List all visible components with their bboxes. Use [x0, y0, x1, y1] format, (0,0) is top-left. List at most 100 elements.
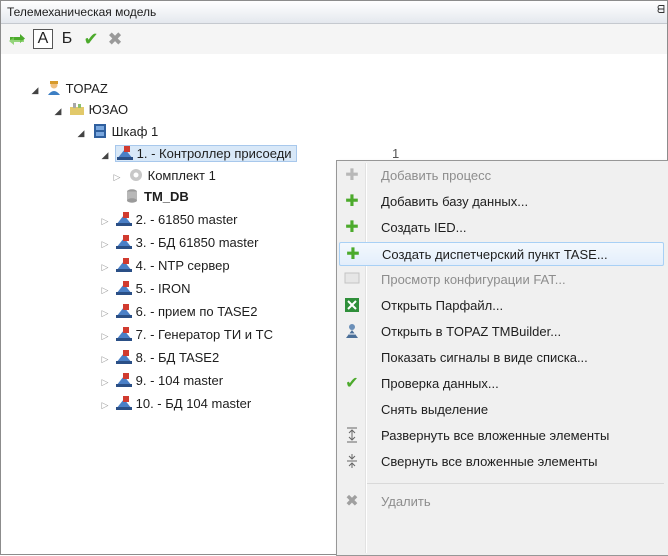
- substation-icon: [69, 103, 84, 115]
- controller-icon: [115, 235, 132, 249]
- pin-icon[interactable]: ᗺ: [657, 4, 665, 17]
- panel-titlebar: Телемеханическая модель ᗺ: [1, 1, 667, 24]
- menu-item-check-data[interactable]: ✔ Проверка данных...: [339, 372, 664, 396]
- controller-icon: [115, 373, 132, 387]
- menu-item-label: Развернуть все вложенные элементы: [381, 428, 610, 443]
- menu-item-label: Проверка данных...: [381, 376, 499, 391]
- tree-node-label: 1. - Контроллер присоеди: [136, 146, 292, 161]
- controller-icon: [115, 304, 132, 318]
- check-button[interactable]: ✔: [81, 29, 101, 49]
- tree-node-label: 10. - БД 104 master: [135, 396, 252, 411]
- tree-node-label: 7. - Генератор ТИ и ТС: [135, 327, 273, 342]
- tree-node-item[interactable]: ▷ 4. - NTP сервер: [99, 256, 230, 276]
- database-icon: [127, 189, 137, 203]
- excel-icon: [343, 297, 361, 315]
- tree-node-label: Шкаф 1: [111, 124, 159, 139]
- menu-item-label: Открыть в TOPAZ TMBuilder...: [381, 324, 562, 339]
- tree-node-label: 6. - прием по TASE2: [135, 304, 258, 319]
- expanded-arrow-icon[interactable]: ◢: [75, 123, 87, 143]
- menu-item-label: Добавить базу данных...: [381, 194, 529, 209]
- expanded-arrow-icon[interactable]: ◢: [99, 145, 111, 165]
- check-icon: ✔: [345, 375, 359, 392]
- tree-node-label: 2. - 61850 master: [135, 212, 238, 227]
- expand-all-icon: [343, 427, 361, 445]
- tree-node-label: 3. - БД 61850 master: [135, 235, 259, 250]
- menu-item-label: Создать IED...: [381, 220, 467, 235]
- collapsed-arrow-icon[interactable]: ▷: [99, 303, 111, 323]
- menu-item-add-process[interactable]: ✚ Добавить процесс: [339, 164, 664, 188]
- remove-button[interactable]: ✖: [105, 29, 125, 49]
- menu-item-label: Создать диспетчерский пункт TASE...: [382, 247, 608, 262]
- menu-item-label: Просмотр конфигурации FAT...: [381, 272, 566, 287]
- user-icon: [47, 81, 60, 95]
- toolbar: А Б ✔ ✖: [1, 24, 667, 54]
- tree-node-db[interactable]: TM_DB: [123, 187, 189, 207]
- tree-node-item[interactable]: ▷ 9. - 104 master: [99, 371, 223, 391]
- collapsed-arrow-icon[interactable]: ▷: [99, 372, 111, 392]
- tree-node-label: 8. - БД TASE2: [135, 350, 220, 365]
- menu-item-delete[interactable]: ✖ Удалить: [339, 490, 664, 514]
- collapsed-arrow-icon[interactable]: ▷: [111, 167, 123, 187]
- menu-item-label: Свернуть все вложенные элементы: [381, 454, 598, 469]
- tree-node-label: TM_DB: [144, 189, 189, 204]
- menu-item-label: Снять выделение: [381, 402, 489, 417]
- tree-node-label: TOPAZ: [65, 81, 108, 96]
- collapsed-arrow-icon[interactable]: ▷: [99, 257, 111, 277]
- tree-node-item[interactable]: ▷ 6. - прием по TASE2: [99, 302, 257, 322]
- controller-icon: [115, 396, 132, 410]
- tree-node-root[interactable]: ◢ TOPAZ: [29, 79, 108, 99]
- context-menu: ✚ Добавить процесс ✚ Добавить базу данны…: [336, 160, 668, 556]
- controller-icon: [115, 258, 132, 272]
- tree-node-item[interactable]: ▷ 3. - БД 61850 master: [99, 233, 258, 253]
- tree-node-item[interactable]: ▷ 5. - IRON: [99, 279, 191, 299]
- tmbuilder-icon: [343, 323, 361, 341]
- expanded-arrow-icon[interactable]: ◢: [52, 101, 64, 121]
- collapsed-arrow-icon[interactable]: ▷: [99, 326, 111, 346]
- menu-item-expand-all[interactable]: Развернуть все вложенные элементы: [339, 424, 664, 448]
- controller-icon: [115, 327, 132, 341]
- menu-item-create-tase-point[interactable]: ✚ Создать диспетчерский пункт TASE...: [339, 242, 664, 266]
- menu-item-clear-selection[interactable]: Снять выделение: [339, 398, 664, 422]
- telemechanical-model-panel: Телемеханическая модель ᗺ А Б ✔ ✖ ◢ TOPA…: [0, 0, 668, 556]
- refresh-icon: [9, 34, 25, 45]
- menu-item-collapse-all[interactable]: Свернуть все вложенные элементы: [339, 450, 664, 474]
- collapsed-arrow-icon[interactable]: ▷: [99, 349, 111, 369]
- menu-item-view-fat[interactable]: Просмотр конфигурации FAT...: [339, 268, 664, 292]
- plus-icon: ✚: [345, 219, 359, 236]
- collapsed-arrow-icon[interactable]: ▷: [99, 280, 111, 300]
- plus-icon: ✚: [345, 193, 359, 210]
- gear-icon: [129, 169, 142, 181]
- selected-node[interactable]: 1. - Контроллер присоеди: [114, 145, 297, 162]
- collapsed-arrow-icon[interactable]: ▷: [99, 395, 111, 415]
- tree-node-label: 4. - NTP сервер: [135, 258, 230, 273]
- tree-node-label: 9. - 104 master: [135, 373, 224, 388]
- refresh-button[interactable]: [7, 29, 27, 49]
- sort-b-button[interactable]: Б: [57, 29, 77, 49]
- controller-icon: [115, 212, 132, 226]
- tree-node-kit[interactable]: ▷ Комплект 1: [111, 166, 216, 186]
- menu-item-show-signals-list[interactable]: Показать сигналы в виде списка...: [339, 346, 664, 370]
- plus-icon: ✚: [346, 246, 360, 263]
- tree-node-item[interactable]: ▷ 7. - Генератор ТИ и ТС: [99, 325, 273, 345]
- tree-node-controller-1[interactable]: ◢ 1. - Контроллер присоеди 1: [99, 144, 399, 165]
- tree-node-item[interactable]: ▷ 10. - БД 104 master: [99, 394, 251, 414]
- collapsed-arrow-icon[interactable]: ▷: [99, 211, 111, 231]
- menu-item-open-parfile[interactable]: Открыть Парфайл...: [339, 294, 664, 318]
- controller-icon: [115, 281, 132, 295]
- tree-node-item[interactable]: ▷ 8. - БД TASE2: [99, 348, 219, 368]
- expanded-arrow-icon[interactable]: ◢: [29, 80, 41, 100]
- menu-separator: [367, 483, 664, 484]
- tree-node-region[interactable]: ◢ ЮЗАО: [52, 100, 129, 121]
- controller-icon: [116, 146, 133, 160]
- menu-item-label: Показать сигналы в виде списка...: [381, 350, 588, 365]
- tree-node-label: ЮЗАО: [88, 102, 129, 117]
- menu-item-label: Добавить процесс: [381, 168, 492, 183]
- collapsed-arrow-icon[interactable]: ▷: [99, 234, 111, 254]
- menu-item-add-database[interactable]: ✚ Добавить базу данных...: [339, 190, 664, 214]
- sort-a-button[interactable]: А: [33, 29, 53, 49]
- menu-item-open-tmbuilder[interactable]: Открыть в TOPAZ TMBuilder...: [339, 320, 664, 344]
- tree-node-cabinet[interactable]: ◢ Шкаф 1: [75, 122, 158, 142]
- menu-item-create-ied[interactable]: ✚ Создать IED...: [339, 216, 664, 240]
- tree-node-item[interactable]: ▷ 2. - 61850 master: [99, 210, 238, 230]
- tree-node-label: 5. - IRON: [135, 281, 191, 296]
